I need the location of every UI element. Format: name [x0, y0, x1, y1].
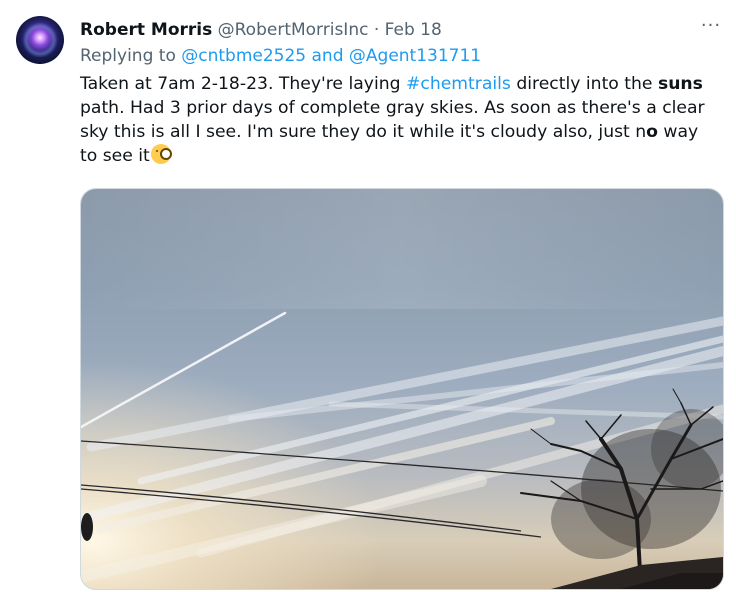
tweet-text-part: directly into the [510, 74, 658, 94]
more-options-icon[interactable]: ··· [696, 16, 726, 40]
tweet-bold-letter: o [646, 122, 658, 142]
tweet-photo[interactable] [80, 188, 724, 590]
tweet-card[interactable]: Robert Morris @RobertMorrisInc · Feb 18 … [0, 0, 736, 592]
tweet-bold-word: suns [657, 74, 703, 94]
replying-prefix: Replying to [80, 46, 176, 66]
author-handle[interactable]: @RobertMorrisInc [218, 20, 369, 40]
tweet-text-part: path. Had 3 prior days of complete gray … [80, 98, 705, 142]
tweet-text: Taken at 7am 2-18-23. They're laying #ch… [80, 72, 720, 168]
tweet-date[interactable]: Feb 18 [385, 20, 442, 40]
sky-photo-image [81, 189, 723, 589]
hashtag-link[interactable]: #chemtrails [406, 74, 511, 94]
author-name[interactable]: Robert Morris [80, 20, 212, 40]
face-with-monocle-emoji-icon [150, 144, 172, 164]
tweet-text-part: Taken at 7am 2-18-23. They're laying [80, 74, 406, 94]
avatar[interactable] [16, 16, 64, 64]
separator-dot: · [373, 20, 380, 40]
replying-to-users-link[interactable]: @cntbme2525 and @Agent131711 [181, 46, 481, 66]
tweet-header: Robert Morris @RobertMorrisInc · Feb 18 [80, 20, 442, 42]
replying-to: Replying to @cntbme2525 and @Agent131711 [80, 46, 481, 66]
